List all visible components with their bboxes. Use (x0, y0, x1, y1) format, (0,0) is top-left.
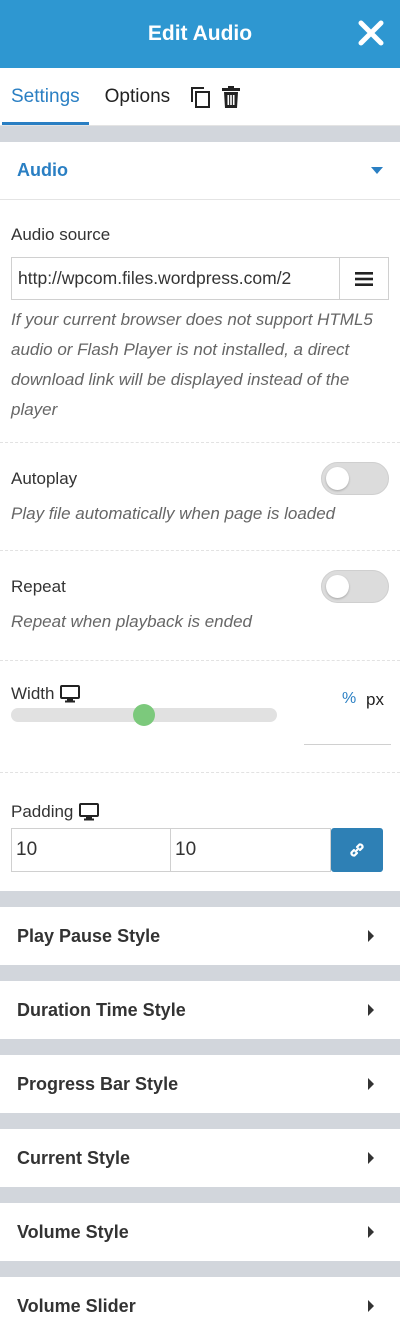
section-progress-bar-style[interactable]: Progress Bar Style (0, 1055, 400, 1113)
caret-right-icon (368, 1152, 374, 1164)
link-icon[interactable] (347, 840, 367, 860)
repeat-description: Repeat when playback is ended (11, 612, 252, 631)
toggle-knob (326, 575, 349, 598)
repeat-label: Repeat (11, 576, 66, 596)
padding-label: Padding (11, 802, 74, 821)
autoplay-label: Autoplay (11, 468, 78, 488)
padding-top-input[interactable]: 10 (11, 828, 171, 872)
tab-bar: Settings Options (0, 68, 400, 126)
trash-icon[interactable] (220, 85, 242, 109)
section-current-style[interactable]: Current Style (0, 1129, 400, 1187)
desktop-icon[interactable] (79, 803, 100, 821)
caret-down-icon (371, 167, 383, 174)
caret-right-icon (368, 1226, 374, 1238)
caret-right-icon (368, 1078, 374, 1090)
tab-settings[interactable]: Settings (2, 68, 89, 125)
style-sections: Play Pause Style Duration Time Style Progr… (0, 891, 400, 1329)
audio-source-input[interactable]: http://wpcom.files.wordpress.com/2 (11, 257, 339, 300)
section-title: Play Pause Style (17, 925, 161, 946)
panel-header: Edit Audio (0, 0, 400, 68)
section-duration-time-style[interactable]: Duration Time Style (0, 981, 400, 1039)
padding-field: Padding 10 10 (0, 773, 400, 891)
repeat-toggle[interactable] (321, 570, 389, 603)
width-value-input[interactable] (304, 709, 391, 745)
autoplay-field: Autoplay Play file automatically when pa… (0, 443, 400, 551)
section-title: Current Style (17, 1147, 131, 1168)
section-volume-style[interactable]: Volume Style (0, 1203, 400, 1261)
section-title: Progress Bar Style (17, 1073, 179, 1094)
padding-bottom-input[interactable]: 10 (171, 828, 331, 872)
section-volume-slider[interactable]: Volume Slider (0, 1277, 400, 1329)
autoplay-description: Play file automatically when page is loa… (11, 504, 336, 523)
section-title: Volume Style (17, 1221, 129, 1242)
desktop-icon[interactable] (60, 685, 81, 703)
audio-section-header[interactable]: Audio (0, 142, 400, 200)
section-title: Volume Slider (17, 1295, 136, 1316)
unit-px[interactable]: px (366, 690, 384, 710)
repeat-field: Repeat Repeat when playback is ended (0, 551, 400, 661)
duplicate-icon[interactable] (188, 85, 212, 109)
audio-source-description: If your current browser does not support… (11, 310, 373, 419)
toggle-knob (326, 467, 349, 490)
audio-section-title: Audio (17, 160, 68, 180)
audio-source-field: Audio source http://wpcom.files.wordpres… (0, 200, 400, 443)
separator (0, 126, 400, 142)
separator (0, 1261, 400, 1277)
section-title: Duration Time Style (17, 999, 186, 1020)
menu-icon[interactable] (355, 271, 373, 287)
link-values-button[interactable] (331, 828, 383, 872)
close-icon[interactable] (358, 20, 384, 46)
section-play-pause-style[interactable]: Play Pause Style (0, 907, 400, 965)
separator (0, 1039, 400, 1055)
caret-right-icon (368, 1300, 374, 1312)
separator (0, 1113, 400, 1129)
audio-source-label: Audio source (11, 225, 111, 244)
separator (0, 891, 400, 907)
width-field: Width % px (0, 661, 400, 773)
tab-options[interactable]: Options (89, 68, 184, 125)
duplicate-button[interactable] (184, 68, 216, 125)
separator (0, 1187, 400, 1203)
separator (0, 965, 400, 981)
panel-title: Edit Audio (147, 22, 253, 45)
unit-percent[interactable]: % (342, 690, 356, 708)
caret-right-icon (368, 930, 374, 942)
autoplay-toggle[interactable] (321, 462, 389, 495)
width-label: Width (11, 684, 55, 703)
width-slider[interactable] (11, 704, 277, 726)
delete-button[interactable] (216, 68, 246, 125)
media-library-button[interactable] (339, 257, 389, 300)
caret-right-icon (368, 1004, 374, 1016)
width-slider-thumb[interactable] (133, 704, 155, 726)
close-button[interactable] (358, 20, 384, 46)
